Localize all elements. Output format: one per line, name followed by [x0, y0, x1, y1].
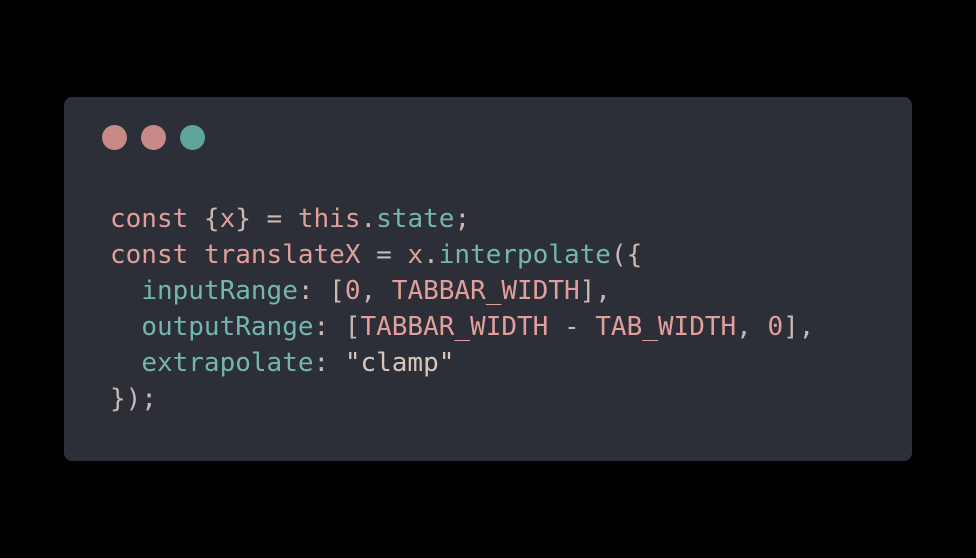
code-token: extrapolate	[141, 348, 314, 378]
code-token: x	[219, 204, 236, 234]
code-line: });	[110, 381, 814, 417]
code-token: 0	[767, 312, 784, 342]
code-token: const	[110, 240, 189, 270]
code-token: const	[110, 204, 189, 234]
code-line: outputRange: [TABBAR_WIDTH - TAB_WIDTH, …	[110, 309, 814, 345]
code-token: TABBAR_WIDTH	[360, 312, 549, 342]
code-token: });	[110, 384, 157, 414]
code-token: inputRange	[141, 276, 298, 306]
code-token: x	[407, 240, 424, 270]
maximize-button[interactable]	[180, 125, 205, 150]
code-token: ,	[736, 312, 768, 342]
code-token: :	[313, 348, 345, 378]
code-token: ({	[610, 240, 643, 270]
code-line: const translateX = x.interpolate({	[110, 237, 814, 273]
code-token: : [	[297, 276, 345, 306]
code-line: extrapolate: "clamp"	[110, 345, 814, 381]
code-token: ,	[360, 276, 392, 306]
code-block: const {x} = this.state; const translateX …	[110, 201, 814, 417]
code-token: ],	[579, 276, 611, 306]
code-token: this	[297, 204, 361, 234]
code-token: "clamp"	[344, 348, 455, 378]
code-token: translateX	[203, 240, 361, 270]
code-token: TABBAR_WIDTH	[391, 276, 580, 306]
code-line: const {x} = this.state;	[110, 201, 814, 237]
code-token: =	[360, 240, 408, 270]
code-token: ;	[454, 204, 471, 234]
code-token: TAB_WIDTH	[595, 312, 737, 342]
code-token: interpolate	[438, 240, 611, 270]
code-token: .	[360, 204, 377, 234]
code-token: .	[423, 240, 439, 270]
code-line: inputRange: [0, TABBAR_WIDTH],	[110, 273, 814, 309]
code-window: const {x} = this.state; const translateX …	[64, 97, 912, 461]
minimize-button[interactable]	[141, 125, 166, 150]
code-token: 0	[344, 276, 361, 306]
window-controls	[102, 125, 205, 151]
code-token: -	[548, 312, 596, 342]
canvas: const {x} = this.state; const translateX …	[0, 0, 976, 558]
close-button[interactable]	[102, 125, 127, 150]
code-token: : [	[313, 312, 361, 342]
code-token: } =	[235, 204, 298, 234]
code-token: ],	[783, 312, 815, 342]
code-token: outputRange	[141, 312, 314, 342]
code-token: {	[188, 204, 220, 234]
code-token: state	[376, 204, 455, 234]
